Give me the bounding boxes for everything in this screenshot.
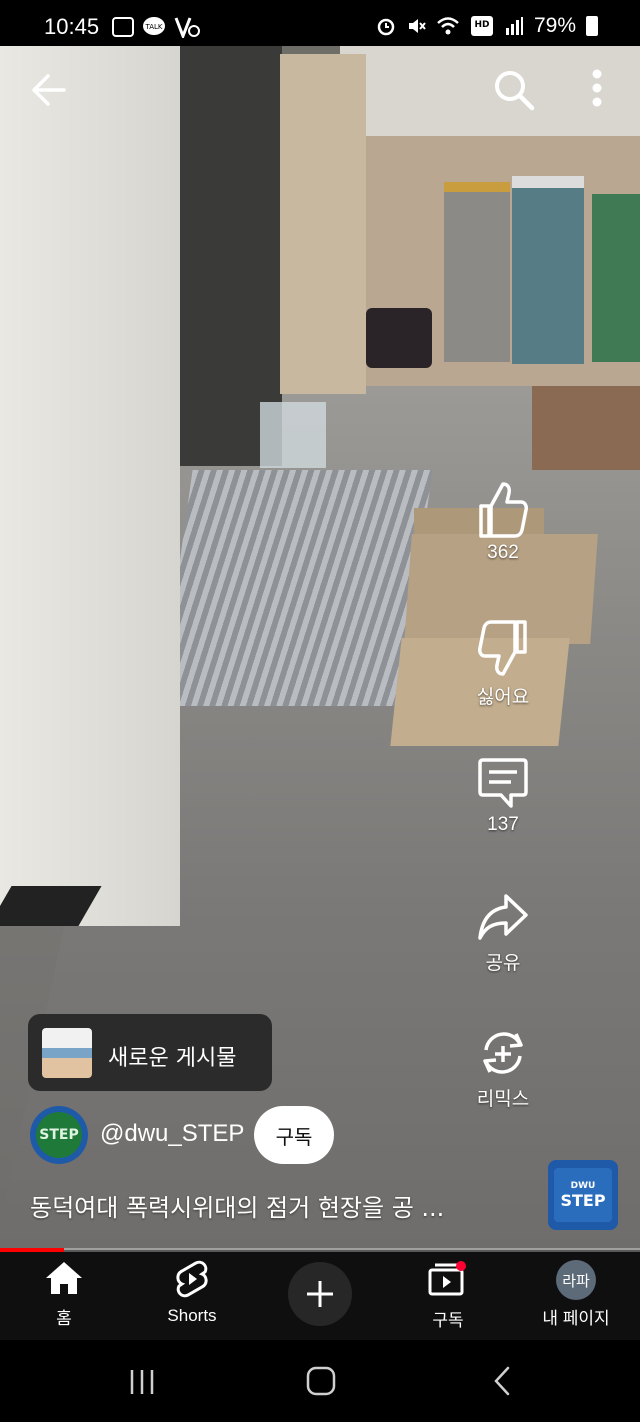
subscriptions-icon	[428, 1261, 466, 1296]
comment-count: 137	[487, 814, 519, 835]
avatar-logo: STEP	[36, 1112, 82, 1158]
dislike-label: 싫어요	[476, 687, 530, 708]
gallery-icon	[112, 17, 134, 37]
sound-thumbnail[interactable]: DWU STEP	[548, 1160, 618, 1230]
shorts-icon	[176, 1260, 208, 1298]
profile-avatar-text: 라파	[562, 1271, 590, 1290]
v-icon	[174, 17, 200, 38]
scene-rug	[532, 386, 640, 470]
channel-avatar[interactable]: STEP	[30, 1106, 88, 1164]
new-post-thumbnail	[42, 1028, 92, 1078]
remix-icon	[483, 1032, 523, 1074]
signal-icon	[505, 17, 523, 35]
thumbs-up-icon	[479, 482, 528, 538]
new-post-label: 새로운 게시물	[108, 1046, 237, 1071]
status-time: 10:45	[44, 14, 100, 39]
video-title[interactable]: 동덕여대 폭력시위대의 점거 현장을 공 ...	[30, 1188, 444, 1223]
like-button[interactable]: 362	[448, 480, 558, 564]
scene-foil-mat	[159, 470, 433, 706]
scene-left-wall	[0, 46, 180, 926]
nav-home-label: 홈	[56, 1309, 72, 1328]
battery-percent: 79%	[533, 14, 576, 37]
channel-handle[interactable]: @dwu_STEP	[100, 1120, 244, 1148]
scene-atm	[444, 182, 510, 362]
like-count: 362	[487, 542, 519, 563]
nav-profile[interactable]: 라파 내 페이지	[516, 1260, 636, 1329]
alarm-icon	[377, 18, 395, 36]
status-right-icons: HD 79%	[376, 14, 598, 38]
bottom-nav: 홈 Shorts 구독 라파 내 페이지	[0, 1252, 640, 1340]
mute-icon	[408, 19, 426, 33]
channel-row: STEP @dwu_STEP 구독	[30, 1106, 450, 1164]
home-system-icon[interactable]	[304, 1364, 338, 1398]
more-vert-icon[interactable]	[586, 68, 608, 112]
scene-bottles	[260, 402, 326, 468]
status-left-icons: TALK	[112, 16, 200, 38]
share-label: 공유	[485, 953, 521, 974]
nav-profile-label: 내 페이지	[542, 1309, 610, 1328]
new-post-chip[interactable]: 새로운 게시물	[28, 1014, 272, 1091]
talk-icon: TALK	[143, 17, 165, 35]
remix-button[interactable]: 리믹스	[448, 1026, 558, 1111]
share-icon	[478, 894, 528, 940]
scene-pillar	[280, 54, 366, 394]
share-button[interactable]: 공유	[448, 890, 558, 975]
battery-icon	[586, 16, 598, 36]
nav-home[interactable]: 홈	[4, 1260, 124, 1329]
scene-atm	[512, 176, 584, 364]
dislike-button[interactable]: 싫어요	[448, 620, 558, 709]
search-icon[interactable]	[492, 68, 536, 112]
system-nav-bar	[0, 1340, 640, 1422]
arrow-left-icon[interactable]	[28, 70, 70, 110]
home-icon	[46, 1262, 82, 1294]
svg-text:HD: HD	[474, 20, 489, 30]
subscribe-button[interactable]: 구독	[254, 1106, 334, 1164]
thumbs-down-icon	[478, 620, 527, 676]
back-system-icon[interactable]	[488, 1364, 516, 1398]
sound-thumbnail-label: STEP	[560, 1190, 606, 1210]
profile-avatar: 라파	[556, 1260, 596, 1300]
svg-text:TALK: TALK	[144, 23, 162, 31]
scene-chair	[366, 308, 432, 368]
comment-icon	[478, 758, 528, 808]
plus-icon	[307, 1281, 333, 1307]
comments-button[interactable]: 137	[448, 756, 558, 836]
wifi-icon	[437, 17, 459, 35]
sound-thumbnail-label-top: DWU	[570, 1180, 596, 1191]
nav-shorts-label: Shorts	[167, 1306, 217, 1325]
create-button[interactable]	[288, 1262, 352, 1326]
scene-atm	[592, 194, 640, 362]
hd-voice-icon: HD	[470, 16, 493, 36]
nav-subscriptions[interactable]: 구독	[388, 1260, 508, 1331]
sound-thumbnail-logo: DWU STEP	[554, 1168, 612, 1222]
nav-subscriptions-label: 구독	[432, 1311, 464, 1330]
remix-label: 리믹스	[476, 1089, 530, 1110]
recent-apps-icon[interactable]	[126, 1366, 158, 1398]
nav-shorts[interactable]: Shorts	[132, 1260, 252, 1326]
